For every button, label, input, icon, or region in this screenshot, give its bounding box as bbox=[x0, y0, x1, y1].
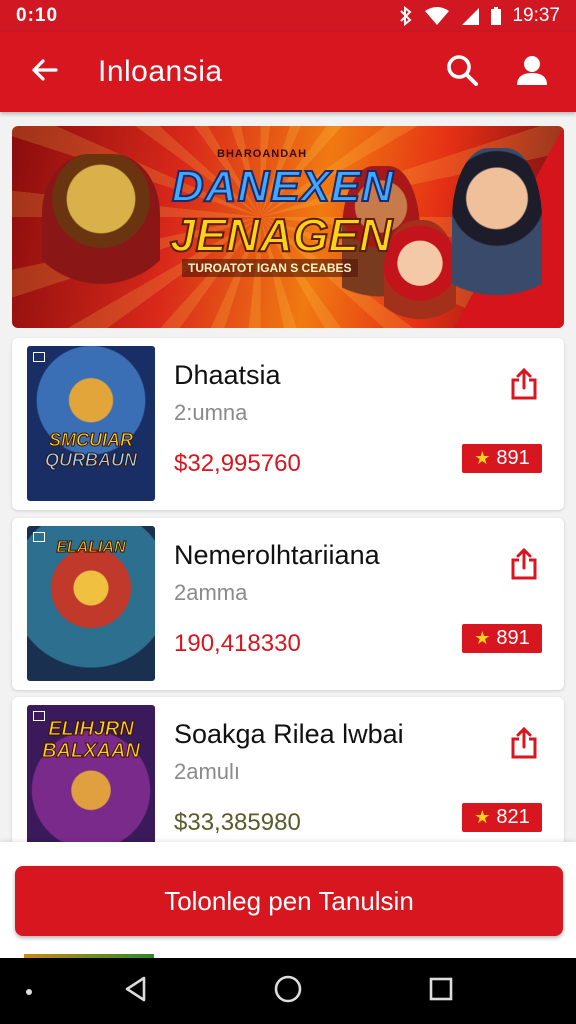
item-price: 190,418330 bbox=[174, 630, 301, 657]
system-nav-bar bbox=[0, 958, 576, 1024]
search-icon bbox=[445, 53, 479, 92]
rating-badge: ★ 891 bbox=[462, 444, 542, 473]
nav-recents-button[interactable] bbox=[423, 973, 459, 1009]
banner-headline-2: JENAGEN bbox=[169, 208, 393, 262]
thumbnail-title-line2: QURBAUN bbox=[45, 450, 138, 471]
thumbnail-title-line1: ELALIAN bbox=[56, 539, 126, 557]
list-item[interactable]: SMCUIAR QURBAUN Dhaatsia 2:umna $32,9957… bbox=[12, 338, 564, 510]
game-thumbnail: ELIHJRN BALXAAN bbox=[27, 705, 155, 860]
user-icon bbox=[515, 53, 549, 92]
item-subtitle: 2amma bbox=[174, 580, 248, 605]
page-title: Inloansia bbox=[98, 55, 223, 88]
nav-dot-icon bbox=[26, 989, 32, 995]
rating-badge: ★ 891 bbox=[462, 624, 542, 653]
game-thumbnail: ELALIAN bbox=[27, 526, 155, 681]
rating-value: 891 bbox=[496, 447, 530, 469]
nav-home-button[interactable] bbox=[270, 973, 306, 1009]
item-subtitle: 2amulı bbox=[174, 759, 241, 784]
item-title: Soakga Rilea lwbai bbox=[174, 719, 404, 749]
arrow-left-icon bbox=[30, 58, 58, 87]
item-subtitle: 2:umna bbox=[174, 400, 248, 425]
banner-headline-1: DANEXEN bbox=[171, 161, 395, 212]
primary-action-button[interactable]: Tolonleg pen Tanulsin bbox=[15, 866, 563, 936]
rating-value: 891 bbox=[496, 627, 530, 649]
item-title: Nemerolhtariiana bbox=[174, 540, 380, 570]
thumbnail-title-line1: SMCUIAR bbox=[49, 430, 134, 451]
banner-kicker: BHAROANDAH bbox=[217, 148, 308, 160]
app-bar: Inloansia bbox=[0, 32, 576, 112]
thumbnail-title-line1: ELIHJRN bbox=[48, 718, 135, 740]
wifi-icon bbox=[424, 6, 450, 26]
thumbnail-badge-icon bbox=[33, 352, 45, 362]
signal-icon bbox=[460, 6, 480, 26]
search-button[interactable] bbox=[440, 50, 484, 94]
square-recents-icon bbox=[428, 976, 454, 1007]
share-icon bbox=[509, 367, 539, 405]
list-item[interactable]: ELALIAN Nemerolhtariiana 2amma 190,41833… bbox=[12, 518, 564, 690]
hero-girl-illustration bbox=[384, 220, 456, 328]
item-title: Dhaatsia bbox=[174, 360, 281, 390]
clock-time: 19:37 bbox=[512, 5, 560, 26]
item-price: $32,995760 bbox=[174, 450, 301, 477]
star-icon: ★ bbox=[474, 448, 491, 468]
game-thumbnail: SMCUIAR QURBAUN bbox=[27, 346, 155, 501]
status-left-text: 0:10 bbox=[16, 5, 59, 26]
star-icon: ★ bbox=[474, 628, 491, 648]
share-button[interactable] bbox=[506, 726, 542, 764]
status-bar: 0:10 19:37 bbox=[0, 0, 576, 32]
star-icon: ★ bbox=[474, 807, 491, 827]
rating-badge: ★ 821 bbox=[462, 803, 542, 832]
back-button[interactable] bbox=[22, 50, 66, 94]
share-button[interactable] bbox=[506, 547, 542, 585]
nav-back-button[interactable] bbox=[118, 973, 154, 1009]
triangle-back-icon bbox=[122, 975, 150, 1008]
hero-right-illustration bbox=[452, 148, 542, 328]
rating-value: 821 bbox=[496, 806, 530, 828]
bottom-action-panel: Tolonleg pen Tanulsin bbox=[0, 842, 576, 958]
share-icon bbox=[509, 726, 539, 764]
battery-icon bbox=[490, 6, 502, 26]
hero-left-illustration bbox=[42, 154, 160, 304]
app-bar-actions bbox=[440, 50, 554, 94]
share-icon bbox=[509, 547, 539, 585]
account-button[interactable] bbox=[510, 50, 554, 94]
status-icons: 19:37 bbox=[398, 5, 560, 27]
banner-subtitle: TUROATOT IGAN S CEABES bbox=[182, 259, 358, 277]
bluetooth-icon bbox=[398, 6, 414, 26]
circle-home-icon bbox=[273, 974, 303, 1009]
item-price: $33,385980 bbox=[174, 809, 301, 836]
share-button[interactable] bbox=[506, 367, 542, 405]
promo-banner[interactable]: BHAROANDAH DANEXEN JENAGEN TUROATOT IGAN… bbox=[12, 126, 564, 328]
thumbnail-title-line2: BALXAAN bbox=[42, 740, 141, 762]
